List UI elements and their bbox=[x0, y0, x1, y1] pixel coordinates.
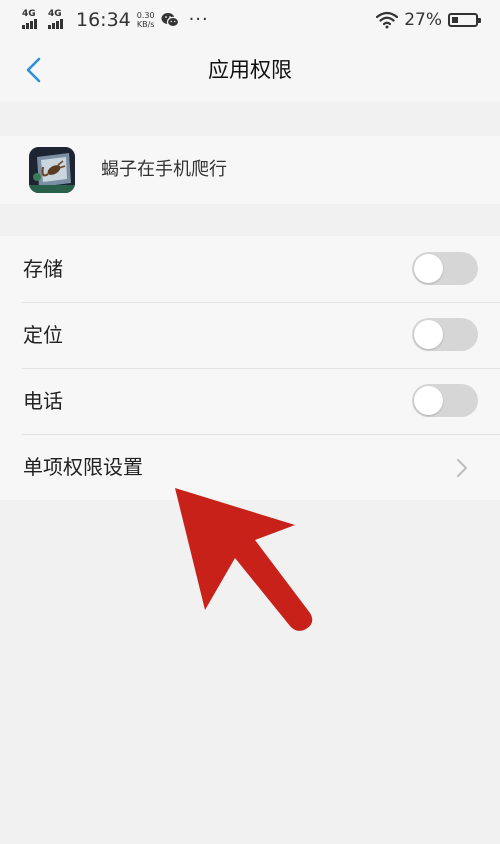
status-time: 16:34 bbox=[76, 9, 131, 31]
wifi-icon bbox=[376, 11, 399, 29]
permission-label: 定位 bbox=[23, 323, 63, 347]
permission-label: 存储 bbox=[23, 257, 63, 281]
signal-icon: 4G bbox=[22, 10, 44, 30]
toggle-knob bbox=[414, 254, 443, 283]
network-type-label: 4G bbox=[48, 9, 62, 19]
network-speed-unit: KB/s bbox=[136, 20, 155, 29]
battery-fill bbox=[452, 17, 458, 23]
annotation-arrow-icon bbox=[175, 488, 313, 631]
permission-label: 电话 bbox=[23, 389, 63, 413]
network-type-label: 4G bbox=[22, 9, 36, 19]
scorpion-app-icon bbox=[29, 147, 75, 193]
page-title: 应用权限 bbox=[208, 58, 292, 82]
status-right: 27% bbox=[376, 8, 481, 32]
permission-row-storage: 存储 bbox=[0, 236, 500, 302]
network-speed-value: 0.30 bbox=[136, 11, 155, 20]
status-left: 4G 4G 16:34 0.30 KB/s ··· bbox=[22, 8, 209, 32]
signal-icon: 4G bbox=[48, 10, 70, 30]
more-notifications-icon: ··· bbox=[188, 9, 209, 30]
app-permissions-screen: 4G 4G 16:34 0.30 KB/s ··· 27% 应用权限 蝎子在手机… bbox=[0, 0, 500, 844]
app-name: 蝎子在手机爬行 bbox=[101, 159, 227, 180]
permission-row-location: 定位 bbox=[0, 302, 500, 368]
app-info-row: 蝎子在手机爬行 bbox=[0, 136, 500, 204]
detail-permission-settings-label: 单项权限设置 bbox=[23, 455, 143, 479]
wechat-icon bbox=[161, 13, 179, 28]
permission-list: 存储 定位 电话 单项权限设置 bbox=[0, 236, 500, 500]
phone-toggle[interactable] bbox=[412, 384, 478, 417]
network-speed: 0.30 KB/s bbox=[137, 11, 155, 29]
toggle-knob bbox=[414, 386, 443, 415]
toggle-knob bbox=[414, 320, 443, 349]
header: 应用权限 bbox=[0, 38, 500, 102]
app-icon bbox=[29, 147, 75, 193]
battery-icon bbox=[448, 13, 481, 27]
status-bar: 4G 4G 16:34 0.30 KB/s ··· 27% bbox=[0, 0, 500, 38]
permission-row-phone: 电话 bbox=[0, 368, 500, 434]
storage-toggle[interactable] bbox=[412, 252, 478, 285]
battery-percent: 27% bbox=[404, 10, 442, 30]
location-toggle[interactable] bbox=[412, 318, 478, 351]
chevron-right-icon bbox=[457, 459, 467, 477]
